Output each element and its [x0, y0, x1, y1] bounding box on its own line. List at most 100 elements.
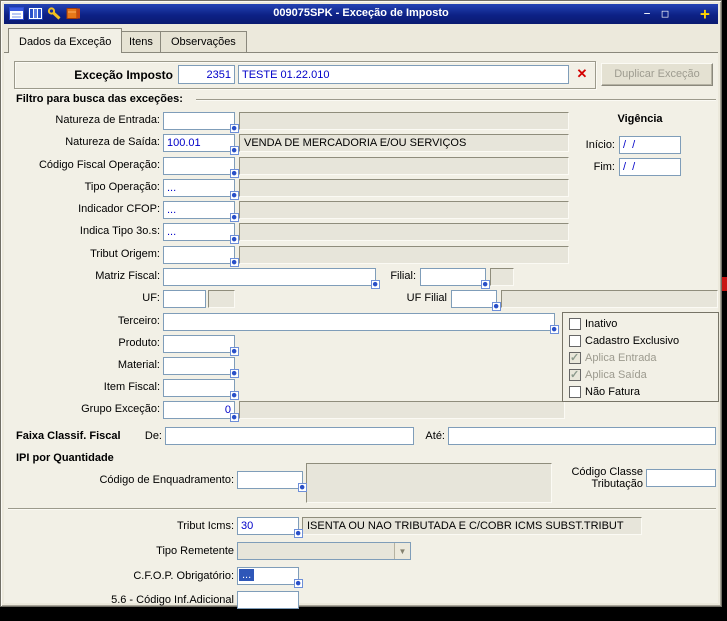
wrench-icon[interactable]: [47, 7, 63, 21]
tribut-origem-input[interactable]: [163, 246, 235, 264]
tribut-icms-desc: ISENTA OU NAO TRIBUTADA E C/COBR ICMS SU…: [302, 517, 642, 535]
checkbox-aplica-entrada: Aplica Entrada: [569, 351, 657, 365]
checkbox-label: Aplica Saída: [585, 369, 647, 381]
lookup-icon[interactable]: [230, 258, 239, 267]
tab-observacoes[interactable]: Observações: [160, 31, 247, 53]
material-label: Material:: [117, 359, 160, 371]
cfop-obrigatorio-input[interactable]: ...: [237, 567, 299, 585]
box-icon[interactable]: [66, 7, 82, 21]
tab-dados-da-excecao[interactable]: Dados da Exceção: [8, 28, 123, 53]
item-fiscal-input[interactable]: [163, 379, 235, 397]
lookup-icon[interactable]: [481, 280, 490, 289]
excecao-codigo-input[interactable]: [178, 65, 235, 84]
tribut-icms-input[interactable]: [237, 517, 299, 535]
checkbox-icon[interactable]: [569, 335, 581, 347]
codigo-fiscal-operacao-input[interactable]: [163, 157, 235, 175]
section-divider: [8, 508, 716, 510]
grupo-excecao-label: Grupo Exceção:: [81, 403, 160, 415]
lookup-icon[interactable]: [230, 347, 239, 356]
form-icon[interactable]: [9, 7, 25, 21]
plus-icon[interactable]: +: [697, 6, 713, 22]
filtro-divider: [196, 99, 716, 101]
minimize-button[interactable]: −: [639, 7, 655, 21]
lookup-icon[interactable]: [230, 169, 239, 178]
grupo-excecao-desc: [239, 401, 565, 419]
indica-tipo-3os-input[interactable]: [163, 223, 235, 241]
lookup-icon[interactable]: [230, 235, 239, 244]
cod-enquadramento-input[interactable]: [237, 471, 303, 489]
checkbox-icon: [569, 351, 581, 364]
checkbox-inativo[interactable]: Inativo: [569, 317, 617, 331]
lookup-icon[interactable]: [230, 146, 239, 155]
lookup-icon[interactable]: [230, 369, 239, 378]
fim-input[interactable]: [619, 158, 681, 176]
columns-icon[interactable]: [28, 7, 44, 21]
terceiro-input[interactable]: [163, 313, 555, 331]
faixa-de-input[interactable]: [165, 427, 414, 445]
chevron-down-icon: ▼: [394, 543, 410, 559]
checkbox-icon[interactable]: [569, 318, 581, 330]
filial-input[interactable]: [420, 268, 486, 286]
maximize-button[interactable]: □: [657, 7, 673, 21]
indica-tipo-3os-label: Indica Tipo 3o.s:: [79, 225, 160, 237]
indica-tipo-3os-desc: [239, 223, 569, 241]
tipo-operacao-input[interactable]: [163, 179, 235, 197]
selected-text: ...: [239, 569, 255, 581]
checkbox-nao-fatura[interactable]: Não Fatura: [569, 385, 640, 399]
natureza-saida-input[interactable]: [163, 134, 235, 152]
excecao-descricao-input[interactable]: [238, 65, 569, 84]
tipo-remetente-label: Tipo Remetente: [156, 545, 234, 557]
checkbox-label: Inativo: [585, 318, 618, 330]
cod-classe-input[interactable]: [646, 469, 716, 487]
lookup-icon[interactable]: [230, 391, 239, 400]
terceiro-label: Terceiro:: [117, 315, 160, 327]
lookup-icon[interactable]: [492, 302, 501, 311]
excecao-imposto-label: Exceção Imposto: [74, 68, 173, 82]
grupo-excecao-input[interactable]: [163, 401, 235, 419]
lookup-icon[interactable]: [294, 529, 303, 538]
uf-input[interactable]: [163, 290, 206, 308]
lookup-icon[interactable]: [298, 483, 307, 492]
cod-enquadramento-desc: [306, 463, 552, 503]
checkbox-aplica-saida: Aplica Saída: [569, 368, 647, 382]
checkbox-label: Não Fatura: [585, 386, 641, 398]
cfop-obrigatorio-label: C.F.O.P. Obrigatório:: [133, 570, 234, 582]
lookup-icon[interactable]: [550, 325, 559, 334]
uf-filial-desc: [501, 290, 718, 308]
uf-filial-input[interactable]: [451, 290, 497, 308]
natureza-saida-label: Natureza de Saída:: [65, 136, 160, 148]
tipo-operacao-label: Tipo Operação:: [84, 181, 160, 193]
lookup-icon[interactable]: [230, 124, 239, 133]
tipo-operacao-desc: [239, 179, 569, 197]
cod-enquadramento-label: Código de Enquadramento:: [99, 474, 234, 486]
produto-label: Produto:: [118, 337, 160, 349]
faixa-ate-input[interactable]: [448, 427, 716, 445]
tab-itens[interactable]: Itens: [118, 31, 164, 53]
cod-classe-label: Código Classe Tributação: [571, 466, 643, 490]
inicio-input[interactable]: [619, 136, 681, 154]
filial-desc: [490, 268, 514, 286]
codigo-fiscal-operacao-desc: [239, 157, 569, 175]
natureza-entrada-input[interactable]: [163, 112, 235, 130]
uf-label: UF:: [142, 292, 160, 304]
window-title: 009075SPK - Exceção de Imposto: [273, 7, 449, 19]
lookup-icon[interactable]: [371, 280, 380, 289]
screen-artifact: [722, 277, 727, 291]
codigo-fiscal-operacao-label: Código Fiscal Operação:: [38, 159, 160, 171]
faixa-de-label: De:: [144, 430, 162, 442]
produto-input[interactable]: [163, 335, 235, 353]
cod-inf-adicional-input[interactable]: [237, 591, 299, 609]
lookup-icon[interactable]: [230, 413, 239, 422]
checkbox-cadastro-exclusivo[interactable]: Cadastro Exclusivo: [569, 334, 679, 348]
clear-button[interactable]: ✕: [572, 65, 592, 84]
vigencia-title: Vigência: [617, 113, 663, 125]
lookup-icon[interactable]: [294, 579, 303, 588]
checkbox-icon[interactable]: [569, 386, 581, 398]
lookup-icon[interactable]: [230, 191, 239, 200]
ipi-title: IPI por Quantidade: [16, 452, 114, 464]
tribut-origem-label: Tribut Origem:: [90, 248, 160, 260]
indicador-cfop-input[interactable]: [163, 201, 235, 219]
fim-label: Fim:: [593, 161, 615, 173]
material-input[interactable]: [163, 357, 235, 375]
lookup-icon[interactable]: [230, 213, 239, 222]
